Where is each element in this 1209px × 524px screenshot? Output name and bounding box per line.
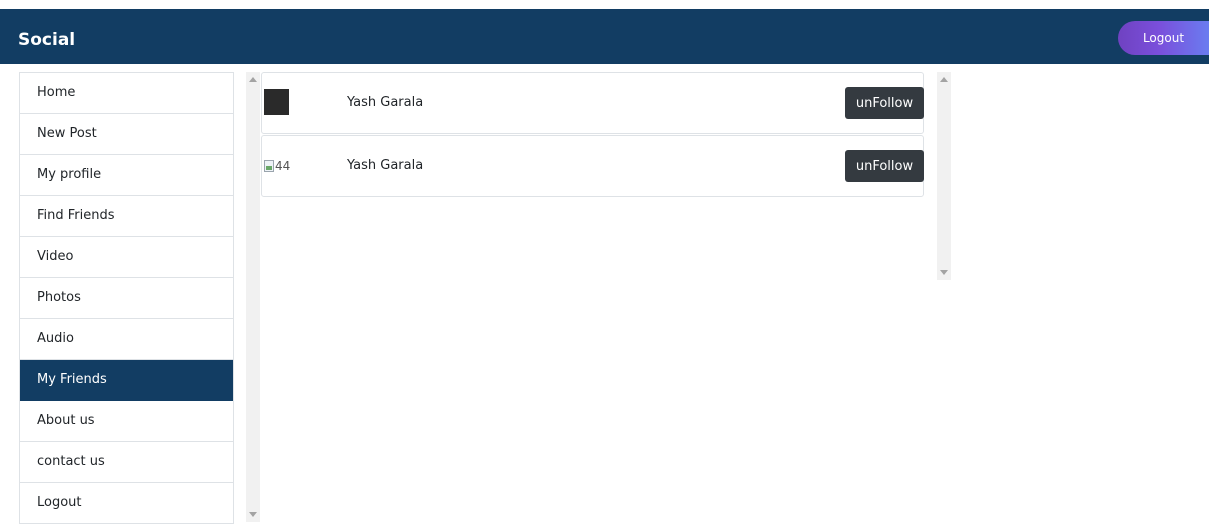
friend-name: Yash Garala	[347, 95, 424, 110]
unfollow-button[interactable]: unFollow	[845, 87, 924, 119]
content-scrollbar[interactable]	[246, 72, 260, 522]
sidebar-item-home[interactable]: Home	[20, 73, 233, 114]
sidebar-item-find-friends[interactable]: Find Friends	[20, 196, 233, 237]
unfollow-button[interactable]: unFollow	[845, 150, 924, 182]
navbar-logout-button[interactable]: Logout	[1118, 21, 1209, 55]
scroll-up-arrow-icon[interactable]	[940, 77, 948, 82]
scroll-down-arrow-icon[interactable]	[249, 512, 257, 517]
sidebar-item-my-friends[interactable]: My Friends	[20, 360, 233, 401]
scroll-down-arrow-icon[interactable]	[940, 270, 948, 275]
top-navbar: Social Logout	[0, 9, 1209, 64]
sidebar-item-audio[interactable]: Audio	[20, 319, 233, 360]
broken-image-icon	[264, 160, 274, 172]
scroll-up-arrow-icon[interactable]	[249, 77, 257, 82]
sidebar-item-photos[interactable]: Photos	[20, 278, 233, 319]
sidebar-item-video[interactable]: Video	[20, 237, 233, 278]
friend-name: Yash Garala	[347, 158, 424, 173]
brand-logo[interactable]: Social	[18, 9, 75, 64]
friend-list: Yash Garala unFollow 44 Yash Garala unFo…	[261, 72, 924, 198]
top-strip	[0, 0, 1209, 9]
avatar	[264, 89, 289, 115]
sidebar-menu: Home New Post My profile Find Friends Vi…	[19, 72, 234, 524]
friend-card: 44 Yash Garala unFollow	[261, 135, 924, 197]
avatar-alt-text: 44	[275, 159, 291, 173]
sidebar-item-about-us[interactable]: About us	[20, 401, 233, 442]
avatar: 44	[264, 158, 290, 174]
sidebar-item-my-profile[interactable]: My profile	[20, 155, 233, 196]
friend-card: Yash Garala unFollow	[261, 72, 924, 134]
sidebar-item-new-post[interactable]: New Post	[20, 114, 233, 155]
list-scrollbar[interactable]	[937, 72, 951, 280]
sidebar-item-logout[interactable]: Logout	[20, 483, 233, 524]
sidebar-item-contact-us[interactable]: contact us	[20, 442, 233, 483]
